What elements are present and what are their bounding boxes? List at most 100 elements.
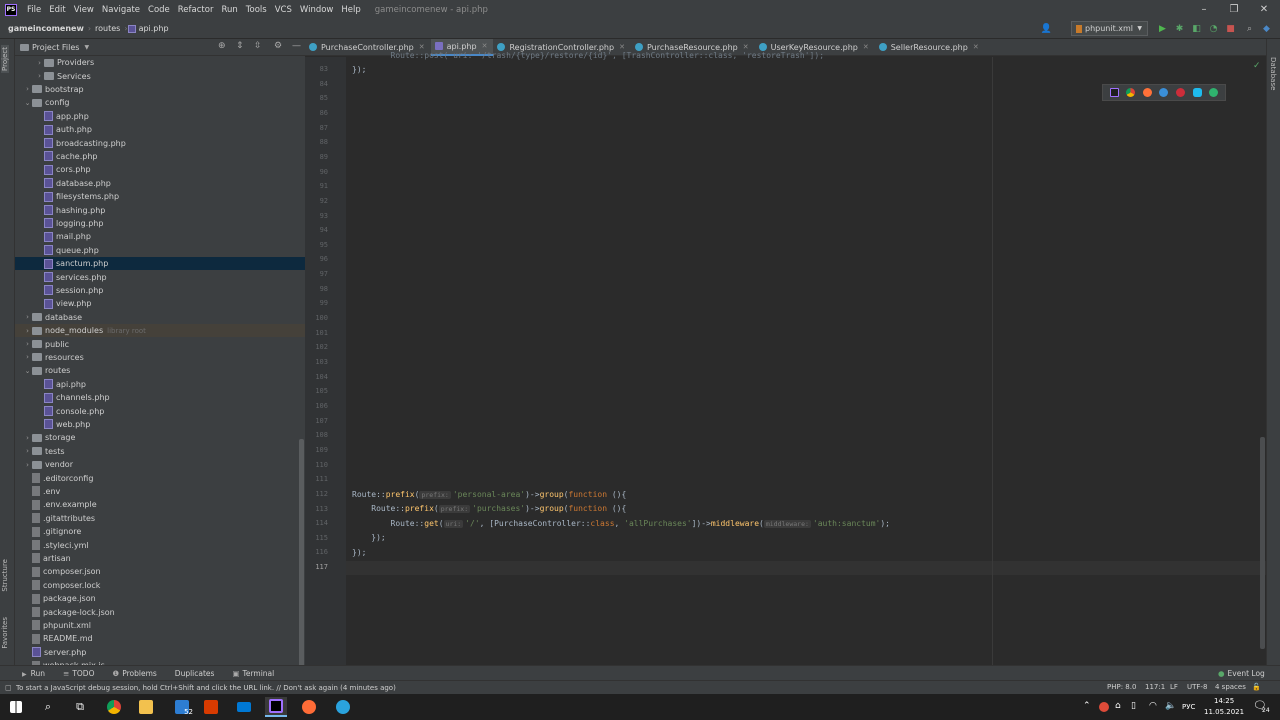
database-tool-tab[interactable]: Database — [1269, 57, 1277, 90]
tree-item[interactable]: view.php — [15, 297, 305, 310]
tree-item[interactable]: hashing.php — [15, 203, 305, 216]
todo-tool-tab[interactable]: ≡ TODO — [57, 669, 100, 678]
language-indicator[interactable]: РУС — [1182, 703, 1195, 711]
tree-item[interactable]: console.php — [15, 404, 305, 417]
user-icon[interactable]: 👤 — [1040, 22, 1053, 35]
tree-item[interactable]: package-lock.json — [15, 605, 305, 618]
menu-navigate[interactable]: Navigate — [98, 5, 144, 15]
clock-date[interactable]: 11.05.2021 — [1204, 708, 1244, 716]
run-tool-tab[interactable]: ▶ Run — [16, 669, 51, 678]
tree-item[interactable]: ⌄ config — [15, 96, 305, 109]
duplicates-tool-tab[interactable]: Duplicates — [169, 669, 221, 678]
menu-code[interactable]: Code — [144, 5, 174, 15]
chrome-taskbar-icon[interactable] — [103, 697, 125, 717]
tree-item[interactable]: package.json — [15, 592, 305, 605]
chevron-right-icon[interactable]: › — [35, 72, 44, 80]
close-icon[interactable]: ✕ — [1249, 0, 1279, 19]
office-icon[interactable] — [200, 697, 222, 717]
chevron-right-icon[interactable]: › — [23, 434, 32, 442]
gear-icon[interactable]: ⚙ — [274, 41, 282, 51]
menu-edit[interactable]: Edit — [45, 5, 69, 15]
collapse-all-icon[interactable]: ⇳ — [254, 41, 262, 51]
project-tree-scrollbar[interactable] — [299, 439, 304, 701]
tree-item[interactable]: › database — [15, 311, 305, 324]
project-view-select[interactable]: Project Files — [32, 43, 79, 52]
file-explorer-icon[interactable] — [135, 697, 157, 717]
network-icon[interactable]: ⌂ — [1115, 701, 1121, 711]
firefox-icon[interactable] — [1142, 88, 1152, 97]
tree-item[interactable]: › Services — [15, 69, 305, 82]
php-version[interactable]: PHP: 8.0 — [1107, 683, 1136, 691]
safari-icon[interactable] — [1159, 88, 1169, 97]
favorites-tool-tab[interactable]: Favorites — [1, 617, 9, 649]
tray-app-icon[interactable] — [1099, 702, 1109, 712]
breadcrumb-project[interactable]: gameincomenew — [4, 24, 88, 33]
close-tab-icon[interactable]: ✕ — [482, 42, 488, 50]
tree-item[interactable]: › node_modules library root — [15, 324, 305, 338]
search-icon[interactable]: ⌕ — [37, 697, 59, 717]
chevron-up-icon[interactable]: ⌃ — [1083, 701, 1091, 711]
mail-icon[interactable] — [233, 697, 255, 717]
tasks-app-icon[interactable]: 52 — [171, 697, 193, 717]
chevron-right-icon[interactable]: › — [23, 313, 32, 321]
internet-explorer-icon[interactable] — [1192, 88, 1202, 97]
tree-item[interactable]: broadcasting.php — [15, 136, 305, 149]
tree-item[interactable]: .gitignore — [15, 525, 305, 538]
problems-tool-tab[interactable]: ❶ Problems — [106, 669, 162, 678]
lock-icon[interactable]: 🔓 — [1252, 683, 1261, 691]
tree-item[interactable]: › public — [15, 337, 305, 350]
postman-icon[interactable] — [298, 697, 320, 717]
battery-icon[interactable]: ▯ — [1131, 701, 1136, 711]
tree-item[interactable]: auth.php — [15, 123, 305, 136]
expand-all-icon[interactable]: ⇕ — [236, 41, 244, 51]
breadcrumb-folder[interactable]: routes — [91, 24, 124, 33]
tree-item[interactable]: composer.lock — [15, 579, 305, 592]
tree-item[interactable]: database.php — [15, 177, 305, 190]
chevron-right-icon[interactable]: › — [23, 340, 32, 348]
hide-icon[interactable]: — — [292, 41, 301, 51]
tree-item[interactable]: .env — [15, 485, 305, 498]
close-tab-icon[interactable]: ✕ — [419, 43, 425, 51]
chevron-down-icon[interactable]: ⌄ — [23, 367, 32, 375]
menu-view[interactable]: View — [70, 5, 98, 15]
tree-item[interactable]: phpunit.xml — [15, 619, 305, 632]
close-tab-icon[interactable]: ✕ — [743, 43, 749, 51]
chevron-down-icon[interactable]: ⌄ — [23, 99, 32, 107]
close-tab-icon[interactable]: ✕ — [973, 43, 979, 51]
tree-item[interactable]: filesystems.php — [15, 190, 305, 203]
tree-item[interactable]: artisan — [15, 552, 305, 565]
tree-item[interactable]: mail.php — [15, 230, 305, 243]
tree-item[interactable]: .gitattributes — [15, 512, 305, 525]
tree-item[interactable]: › Providers — [15, 56, 305, 69]
tree-item[interactable]: › bootstrap — [15, 83, 305, 96]
close-tab-icon[interactable]: ✕ — [863, 43, 869, 51]
edge-icon[interactable] — [1209, 88, 1219, 97]
code-editor[interactable]: 83 84 85 86 87 88 89 90 91 92 93 94 95 96 97 98 99 100 101… — [305, 51, 1266, 665]
minimize-icon[interactable]: – — [1189, 0, 1219, 19]
tree-item[interactable]: app.php — [15, 110, 305, 123]
file-encoding[interactable]: UTF-8 — [1187, 683, 1207, 691]
opera-icon[interactable] — [1176, 88, 1186, 97]
tree-item[interactable]: web.php — [15, 418, 305, 431]
close-tab-icon[interactable]: ✕ — [619, 43, 625, 51]
clock-time[interactable]: 14:25 — [1214, 697, 1234, 705]
editor-scrollbar[interactable] — [1260, 437, 1265, 649]
tree-item[interactable]: api.php — [15, 378, 305, 391]
breadcrumb-file[interactable]: api.php — [139, 24, 173, 33]
tree-item[interactable]: server.php — [15, 646, 305, 659]
indent-setting[interactable]: 4 spaces — [1215, 683, 1246, 691]
menu-file[interactable]: File — [23, 5, 45, 15]
search-icon[interactable]: ⌕ — [1243, 22, 1256, 35]
menu-tools[interactable]: Tools — [242, 5, 271, 15]
wifi-icon[interactable]: ◠ — [1149, 701, 1157, 711]
chevron-right-icon[interactable]: › — [23, 85, 32, 93]
tree-item[interactable]: sanctum.php — [15, 257, 305, 271]
coverage-icon[interactable]: ◧ — [1190, 22, 1203, 35]
task-view-icon[interactable]: ⧉ — [69, 697, 91, 717]
phpstorm-taskbar-icon[interactable] — [265, 697, 287, 717]
tree-item[interactable]: cors.php — [15, 163, 305, 176]
editor-tab[interactable]: SellerResource.php ✕ — [875, 39, 985, 56]
event-log-tool-tab[interactable]: ● Event Log — [1212, 669, 1271, 678]
menu-help[interactable]: Help — [337, 5, 364, 15]
tree-item[interactable]: README.md — [15, 632, 305, 645]
